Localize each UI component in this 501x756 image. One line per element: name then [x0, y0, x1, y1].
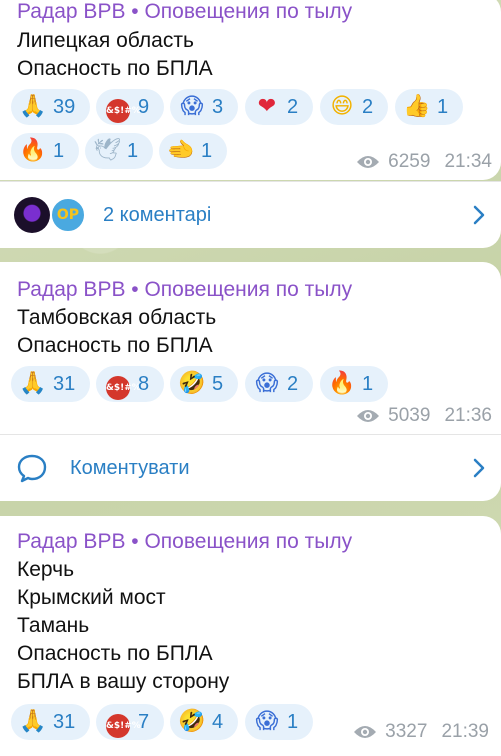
scream-icon: 😱: [255, 371, 279, 396]
reaction-chip[interactable]: &$!#% 7: [96, 704, 164, 740]
cursing-face-icon: &$!#%: [104, 366, 141, 402]
reaction-chip[interactable]: 😱 3: [170, 89, 238, 125]
message-time: 21:36: [444, 405, 492, 426]
reaction-chip[interactable]: &$!#% 9: [96, 89, 164, 125]
view-count: 5039: [388, 405, 431, 426]
reaction-chip[interactable]: 🕊 1: [85, 133, 153, 169]
channel-avatar-op: OP: [50, 197, 86, 233]
pray-icon: 🙏: [19, 94, 47, 119]
message-sender[interactable]: Радар ВРВ • Оповещения по тылу: [17, 528, 352, 556]
reaction-chip[interactable]: &$!#% 8: [96, 366, 164, 402]
reaction-count: 1: [53, 139, 65, 162]
message-text-line: Тамань: [17, 614, 90, 637]
reaction-count: 9: [138, 95, 150, 118]
views-eye-icon: [357, 156, 380, 168]
chevron-right-icon: [473, 458, 485, 478]
reaction-chip[interactable]: 🙏 31: [11, 704, 90, 740]
thumbs-up-icon: 👍: [403, 94, 431, 119]
heart-icon: ❤: [257, 94, 277, 119]
reaction-count: 39: [53, 95, 76, 118]
reaction-chip[interactable]: 😱 2: [245, 366, 313, 402]
comments-bar-1[interactable]: OP 2 коментарі: [0, 181, 501, 248]
message-sender[interactable]: Радар ВРВ • Оповещения по тылу: [17, 0, 352, 26]
comments-bar-2[interactable]: Коментувати: [0, 434, 501, 501]
message-text-line: Керчь: [17, 558, 75, 581]
reaction-count: 1: [437, 95, 449, 118]
pointing-hand-icon: 🫲: [167, 138, 195, 163]
reaction-chip[interactable]: 👍 1: [395, 89, 463, 125]
reaction-count: 1: [201, 139, 213, 162]
reaction-count: 1: [362, 372, 374, 395]
comments-link[interactable]: 2 коментарі: [103, 204, 211, 227]
scream-icon: 😱: [255, 709, 279, 734]
message-time: 21:34: [444, 151, 492, 172]
reaction-count: 2: [287, 95, 299, 118]
reaction-chip[interactable]: 😱 1: [245, 704, 313, 740]
message-card-1[interactable]: Радар ВРВ • Оповещения по тылу Липецкая …: [0, 0, 501, 180]
scream-icon: 😱: [180, 94, 204, 119]
views-eye-icon: [357, 410, 380, 422]
reaction-count: 4: [212, 710, 224, 733]
grin-icon: 😄: [330, 94, 354, 119]
message-card-3[interactable]: Радар ВРВ • Оповещения по тылу Керчь Кры…: [0, 516, 501, 756]
view-count: 3327: [385, 721, 428, 742]
reaction-chip[interactable]: 🫲 1: [159, 133, 227, 169]
fire-icon: 🔥: [328, 371, 356, 396]
rofl-icon: 🤣: [178, 709, 206, 734]
reaction-chip[interactable]: 😄 2: [320, 89, 388, 125]
reaction-count: 1: [287, 710, 299, 733]
message-card-2[interactable]: Радар ВРВ • Оповещения по тылу Тамбовска…: [0, 262, 501, 434]
rofl-icon: 🤣: [178, 371, 206, 396]
view-count: 6259: [388, 151, 431, 172]
message-meta: 6259 21:34: [356, 151, 492, 173]
reaction-count: 31: [53, 372, 76, 395]
dove-icon: 🕊: [93, 138, 121, 163]
reaction-count: 8: [138, 372, 150, 395]
message-text-line: БПЛА в вашу сторону: [17, 670, 230, 693]
message-text-line: Крымский мост: [17, 586, 166, 609]
message-text-line: Липецкая область: [17, 29, 194, 52]
reaction-count: 2: [362, 95, 374, 118]
reaction-chip[interactable]: 🙏 39: [11, 89, 90, 125]
reaction-chip[interactable]: 🙏 31: [11, 366, 90, 402]
reaction-chip[interactable]: 🤣 5: [170, 366, 238, 402]
reaction-count: 1: [127, 139, 139, 162]
message-text-line: Тамбовская область: [17, 306, 217, 329]
message-text-line: Опасность по БПЛА: [17, 57, 213, 80]
reaction-count: 3: [212, 95, 224, 118]
message-time: 21:39: [441, 721, 489, 742]
reaction-chip[interactable]: 🤣 4: [170, 704, 238, 740]
comment-link[interactable]: Коментувати: [70, 457, 190, 480]
reaction-count: 2: [287, 372, 299, 395]
views-eye-icon: [354, 726, 377, 738]
reaction-chip[interactable]: 🔥 1: [320, 366, 388, 402]
channel-avatar-purple: [14, 197, 50, 233]
pray-icon: 🙏: [19, 709, 47, 734]
message-text-line: Опасность по БПЛА: [17, 642, 213, 665]
fire-icon: 🔥: [19, 138, 47, 163]
reaction-count: 5: [212, 372, 224, 395]
message-text-line: Опасность по БПЛА: [17, 334, 213, 357]
reaction-chip[interactable]: 🔥 1: [11, 133, 79, 169]
reaction-count: 7: [138, 710, 150, 733]
message-meta: 3327 21:39: [353, 721, 489, 743]
pray-icon: 🙏: [19, 371, 47, 396]
message-meta: 5039 21:36: [356, 405, 492, 427]
reaction-count: 31: [53, 710, 76, 733]
cursing-face-icon: &$!#%: [104, 704, 141, 740]
cursing-face-icon: &$!#%: [104, 89, 141, 125]
message-sender[interactable]: Радар ВРВ • Оповещения по тылу: [17, 276, 352, 304]
chevron-right-icon: [473, 205, 485, 225]
comment-bubble-icon: [17, 454, 47, 483]
reaction-chip[interactable]: ❤ 2: [245, 89, 313, 125]
